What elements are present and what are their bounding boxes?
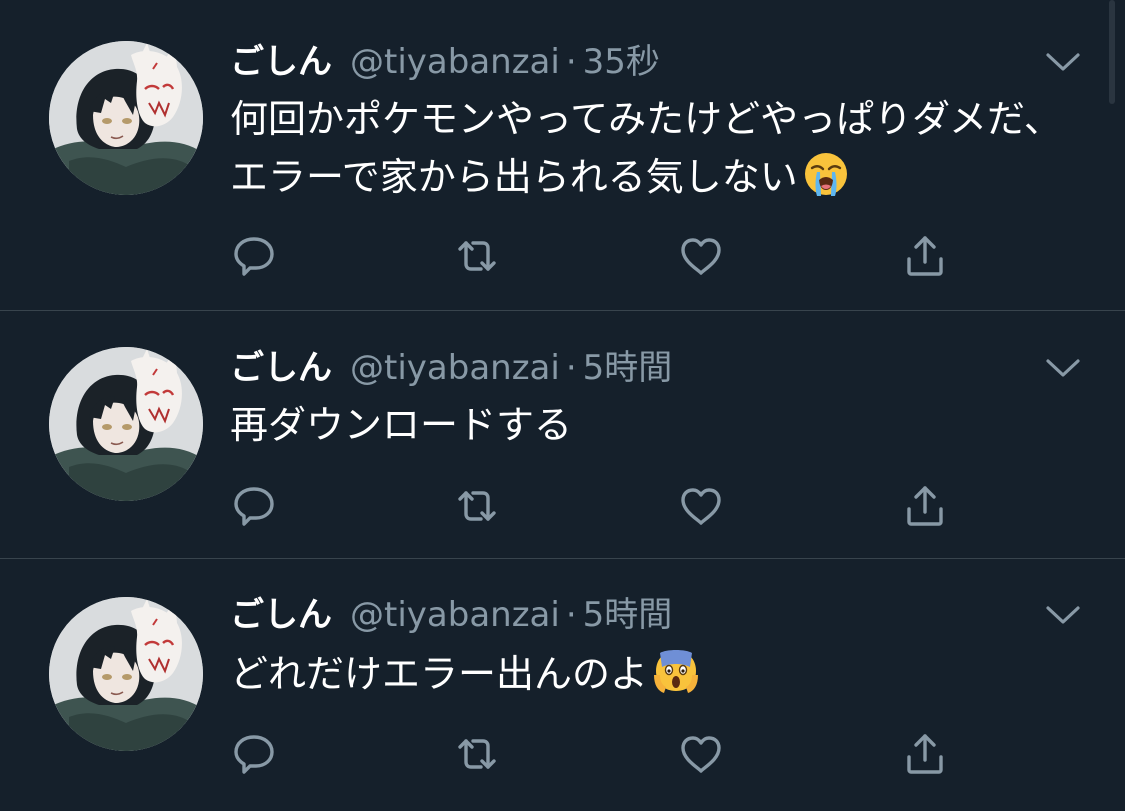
- tweet[interactable]: ごしん @tiyabanzai · 35秒 何回かポケモンやってみたけどやっぱり…: [0, 0, 1125, 311]
- share-icon[interactable]: [900, 481, 950, 531]
- like-icon[interactable]: [676, 231, 726, 281]
- tweet-header: ごしん @tiyabanzai · 5時間: [230, 346, 672, 390]
- tweet-text: どれだけエラー出んのよ: [230, 645, 1080, 711]
- tweet-text: 再ダウンロードする: [230, 396, 1080, 454]
- reply-icon[interactable]: [229, 231, 279, 281]
- retweet-icon[interactable]: [452, 231, 502, 281]
- user-handle[interactable]: @tiyabanzai: [350, 593, 560, 637]
- retweet-icon[interactable]: [452, 729, 502, 779]
- tweet-text: 何回かポケモンやってみたけどやっぱりダメだ、エラーで家から出られる気しない: [230, 90, 1080, 214]
- tweet-header: ごしん @tiyabanzai · 35秒: [230, 40, 660, 84]
- separator-dot: ·: [565, 42, 577, 82]
- like-icon[interactable]: [676, 481, 726, 531]
- tweet-menu-caret-icon[interactable]: [1044, 50, 1082, 74]
- tweet-menu-caret-icon[interactable]: [1044, 356, 1082, 380]
- avatar[interactable]: [49, 347, 203, 501]
- tweet[interactable]: ごしん @tiyabanzai · 5時間 どれだけエラー出んのよ: [0, 559, 1125, 811]
- display-name[interactable]: ごしん: [230, 593, 332, 637]
- timestamp[interactable]: 35秒: [583, 40, 660, 84]
- timestamp[interactable]: 5時間: [583, 346, 673, 390]
- tweet-header: ごしん @tiyabanzai · 5時間: [230, 593, 672, 637]
- tweet-text-content: 何回かポケモンやってみたけどやっぱりダメだ、エラーで家から出られる気しない: [230, 97, 1062, 199]
- separator-dot: ·: [565, 595, 577, 635]
- avatar[interactable]: [49, 41, 203, 195]
- tweet-actions: [0, 481, 1125, 531]
- tweet-menu-caret-icon[interactable]: [1044, 603, 1082, 627]
- user-handle[interactable]: @tiyabanzai: [350, 346, 560, 390]
- retweet-icon[interactable]: [452, 481, 502, 531]
- reply-icon[interactable]: [229, 729, 279, 779]
- face-screaming-in-fear-icon: [652, 647, 700, 711]
- timestamp[interactable]: 5時間: [583, 593, 673, 637]
- share-icon[interactable]: [900, 729, 950, 779]
- reply-icon[interactable]: [229, 481, 279, 531]
- tweet-text-content: 再ダウンロードする: [230, 403, 573, 447]
- user-handle[interactable]: @tiyabanzai: [350, 40, 560, 84]
- tweet-feed: ごしん @tiyabanzai · 35秒 何回かポケモンやってみたけどやっぱり…: [0, 0, 1125, 811]
- tweet[interactable]: ごしん @tiyabanzai · 5時間 再ダウンロードする: [0, 311, 1125, 559]
- display-name[interactable]: ごしん: [230, 40, 332, 84]
- like-icon[interactable]: [676, 729, 726, 779]
- tweet-actions: [0, 231, 1125, 281]
- avatar[interactable]: [49, 597, 203, 751]
- separator-dot: ·: [565, 348, 577, 388]
- display-name[interactable]: ごしん: [230, 346, 332, 390]
- share-icon[interactable]: [900, 231, 950, 281]
- loudly-crying-face-icon: [802, 150, 850, 214]
- tweet-text-content: どれだけエラー出んのよ: [230, 652, 649, 696]
- tweet-actions: [0, 729, 1125, 779]
